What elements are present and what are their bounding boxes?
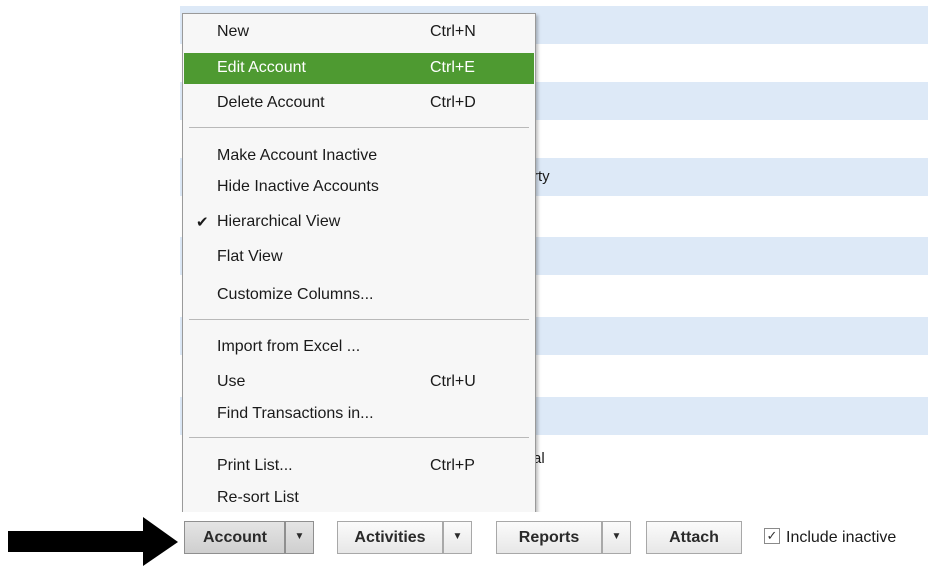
reports-dropdown-button[interactable]: ▼ [602,521,631,554]
attach-button[interactable]: Attach [646,521,742,554]
arrow-right-icon [8,517,178,566]
menu-item-make-account-inactive[interactable]: Make Account Inactive [184,141,534,172]
menu-item-label: Delete Account [217,94,325,111]
menu-item-label: Import from Excel ... [217,338,361,355]
include-inactive-label: Include inactive [786,529,897,546]
reports-button-label: Reports [518,529,580,546]
checkmark-icon: ✔ [196,214,209,231]
menu-item-label: Find Transactions in... [217,405,374,422]
menu-item-label: Print List... [217,457,293,474]
menu-item-print-list[interactable]: Print List... Ctrl+P [184,451,534,482]
menu-item-find-transactions[interactable]: Find Transactions in... [184,399,534,430]
activities-button[interactable]: Activities [337,521,443,554]
menu-item-hierarchical-view[interactable]: ✔ Hierarchical View [184,207,534,238]
account-button[interactable]: Account [184,521,285,554]
account-dropdown-button[interactable]: ▼ [285,521,314,554]
menu-item-shortcut: Ctrl+N [430,23,476,40]
reports-button[interactable]: Reports [496,521,602,554]
menu-item-shortcut: Ctrl+U [430,373,476,390]
activities-dropdown-button[interactable]: ▼ [443,521,472,554]
menu-separator [189,437,529,438]
menu-item-label: New [217,23,250,40]
menu-item-label: Hierarchical View [217,213,341,230]
menu-item-shortcut: Ctrl+E [430,59,475,76]
menu-item-edit-account[interactable]: Edit Account Ctrl+E [184,53,534,84]
menu-separator [189,319,529,320]
menu-item-re-sort-list[interactable]: Re-sort List [184,483,534,514]
account-button-label: Account [203,529,267,546]
menu-item-label: Customize Columns... [217,286,374,303]
menu-item-label: Make Account Inactive [217,147,378,164]
checkmark-icon: ✓ [766,528,778,543]
list-toolbar: Account ▼ Activities ▼ Reports ▼ Attach … [180,512,928,567]
menu-item-import-from-excel[interactable]: Import from Excel ... [184,332,534,363]
chevron-down-icon: ▼ [452,531,463,542]
menu-item-customize-columns[interactable]: Customize Columns... [184,280,534,311]
menu-item-flat-view[interactable]: Flat View [184,242,534,273]
menu-item-shortcut: Ctrl+P [430,457,475,474]
menu-separator [189,127,529,128]
menu-item-label: Hide Inactive Accounts [217,178,379,195]
menu-item-new[interactable]: New Ctrl+N [184,17,534,48]
menu-item-label: Re-sort List [217,489,299,506]
menu-item-use[interactable]: Use Ctrl+U [184,367,534,398]
menu-item-delete-account[interactable]: Delete Account Ctrl+D [184,88,534,119]
menu-item-label: Flat View [217,248,283,265]
include-inactive-checkbox[interactable]: ✓ [764,528,780,544]
menu-item-shortcut: Ctrl+D [430,94,476,111]
attach-button-label: Attach [669,529,719,546]
menu-item-label: Edit Account [217,59,306,76]
menu-item-label: Use [217,373,246,390]
chevron-down-icon: ▼ [611,531,622,542]
activities-button-label: Activities [354,529,426,546]
chevron-down-icon: ▼ [294,531,305,542]
account-context-menu: New Ctrl+N Edit Account Ctrl+E Delete Ac… [182,13,536,519]
menu-item-hide-inactive-accounts[interactable]: Hide Inactive Accounts [184,172,534,203]
